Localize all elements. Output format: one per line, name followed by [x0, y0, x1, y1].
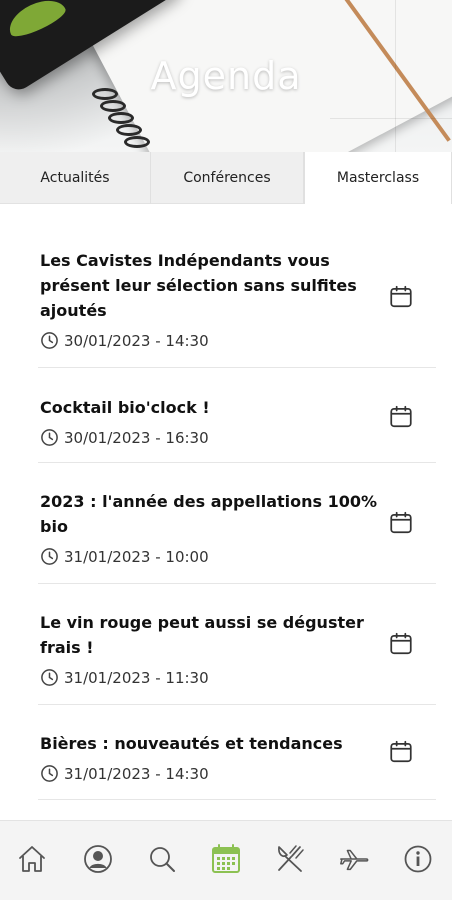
- nav-home[interactable]: [16, 843, 48, 875]
- nav-food[interactable]: [274, 843, 306, 875]
- event-title: Les Cavistes Indépendants vous présent l…: [40, 251, 357, 320]
- event-datetime-text: 31/01/2023 - 14:30: [64, 764, 209, 783]
- event-title: Bières : nouveautés et tendances: [40, 734, 343, 753]
- event-datetime: 31/01/2023 - 14:30: [40, 764, 209, 783]
- banner-line: [330, 118, 452, 119]
- notebook-ring: [124, 136, 150, 148]
- clock-icon: [41, 548, 58, 565]
- tab-bar: Actualités Conférences Masterclass: [0, 152, 452, 204]
- event-item[interactable]: Le vin rouge peut aussi se déguster frai…: [38, 584, 436, 705]
- header-banner: Agenda: [0, 0, 452, 152]
- event-title: Le vin rouge peut aussi se déguster frai…: [40, 613, 364, 657]
- tab-actualites[interactable]: Actualités: [0, 152, 151, 204]
- nav-info[interactable]: [402, 843, 434, 875]
- plane-icon: [340, 849, 369, 871]
- food-icon: [278, 845, 304, 872]
- event-datetime-text: 31/01/2023 - 11:30: [64, 668, 209, 687]
- notebook-ring: [100, 100, 126, 112]
- event-datetime-text: 30/01/2023 - 16:30: [64, 428, 209, 447]
- clock-icon: [41, 332, 58, 349]
- nav-search[interactable]: [146, 843, 178, 875]
- nav-calendar[interactable]: [210, 843, 242, 875]
- add-to-calendar-icon[interactable]: [388, 739, 414, 765]
- event-item[interactable]: Les Cavistes Indépendants vous présent l…: [38, 234, 436, 368]
- event-datetime: 30/01/2023 - 14:30: [40, 331, 209, 350]
- add-to-calendar-icon[interactable]: [388, 631, 414, 657]
- home-icon: [19, 846, 45, 872]
- event-item[interactable]: 2023 : l'année des appellations 100% bio…: [38, 463, 436, 584]
- notebook-ring: [116, 124, 142, 136]
- page-title: Agenda: [150, 54, 302, 98]
- event-item[interactable]: Bières : nouveautés et tendances 31/01/2…: [38, 705, 436, 800]
- event-item[interactable]: Cocktail bio'clock ! 30/01/2023 - 16:30: [38, 368, 436, 463]
- tab-masterclass[interactable]: Masterclass: [304, 152, 452, 204]
- clock-icon: [41, 765, 58, 782]
- event-datetime-text: 31/01/2023 - 10:00: [64, 547, 209, 566]
- clock-icon: [41, 669, 58, 686]
- nav-profile[interactable]: [82, 843, 114, 875]
- bottom-nav: [0, 820, 452, 900]
- event-title: 2023 : l'année des appellations 100% bio: [40, 492, 378, 536]
- event-datetime-text: 30/01/2023 - 14:30: [64, 331, 209, 350]
- add-to-calendar-icon[interactable]: [388, 404, 414, 430]
- calendar-icon: [212, 844, 240, 873]
- tab-conferences[interactable]: Conférences: [151, 152, 304, 204]
- profile-icon: [84, 845, 112, 873]
- event-datetime: 30/01/2023 - 16:30: [40, 428, 209, 447]
- event-title: Cocktail bio'clock !: [40, 398, 210, 417]
- nav-travel[interactable]: [338, 843, 370, 875]
- add-to-calendar-icon[interactable]: [388, 510, 414, 536]
- clock-icon: [41, 429, 58, 446]
- event-datetime: 31/01/2023 - 10:00: [40, 547, 209, 566]
- add-to-calendar-icon[interactable]: [388, 284, 414, 310]
- search-icon: [150, 847, 175, 872]
- info-icon: [404, 845, 432, 873]
- event-datetime: 31/01/2023 - 11:30: [40, 668, 209, 687]
- notebook-ring: [108, 112, 134, 124]
